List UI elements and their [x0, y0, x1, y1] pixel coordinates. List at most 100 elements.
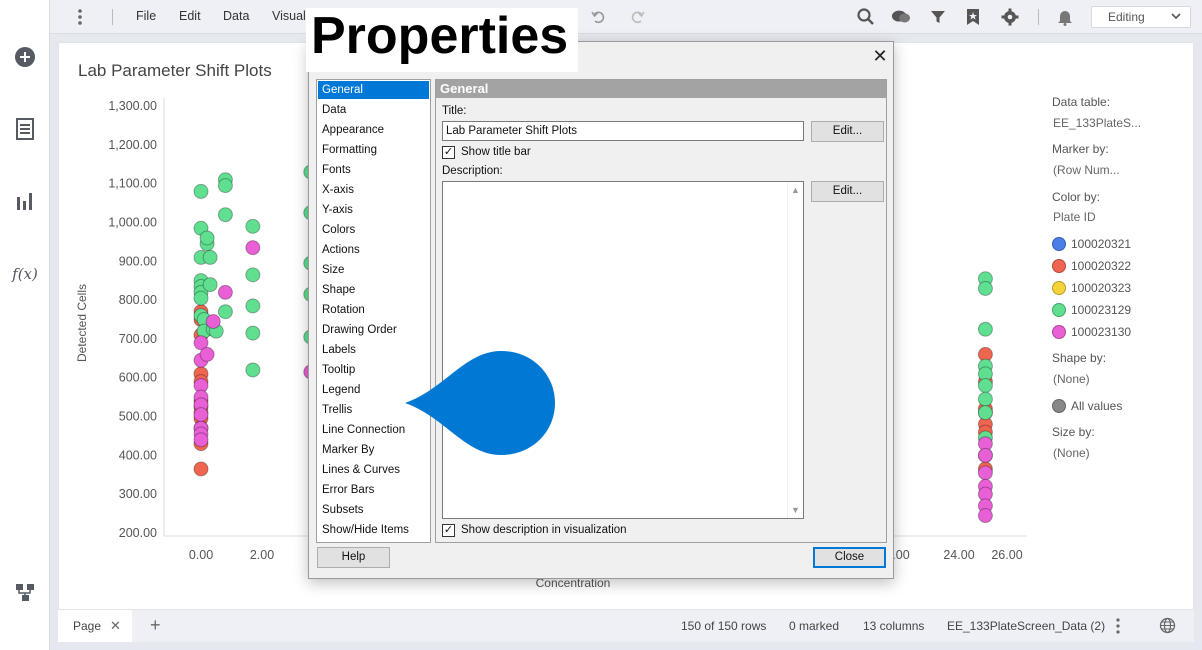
- data-point[interactable]: [245, 298, 261, 314]
- data-point[interactable]: [977, 405, 993, 421]
- legend-marker-by-value[interactable]: (Row Num...: [1053, 163, 1120, 177]
- legend-color-by-value[interactable]: Plate ID: [1053, 210, 1096, 224]
- legend-shape-by-value[interactable]: (None): [1053, 372, 1090, 386]
- hierarchy-icon[interactable]: [13, 580, 37, 604]
- category-list[interactable]: General Data Appearance Formatting Fonts X-ax…: [316, 79, 431, 543]
- data-point[interactable]: [245, 362, 261, 378]
- settings-icon[interactable]: [1000, 7, 1020, 27]
- add-page-icon[interactable]: +: [150, 615, 161, 636]
- category-item[interactable]: X-axis: [318, 181, 429, 199]
- comments-icon[interactable]: [891, 7, 911, 27]
- category-item[interactable]: Actions: [318, 241, 429, 259]
- data-point[interactable]: [193, 407, 209, 423]
- category-item[interactable]: Error Bars: [318, 481, 429, 499]
- help-button[interactable]: Help: [317, 547, 390, 568]
- category-item[interactable]: Colors: [318, 221, 429, 239]
- data-list-icon[interactable]: [13, 117, 37, 141]
- redo-icon[interactable]: [628, 7, 648, 27]
- legend-item[interactable]: 100023129: [1052, 303, 1131, 317]
- menu-data[interactable]: Data: [223, 9, 249, 23]
- description-scrollbar[interactable]: ▲ ▼: [787, 182, 803, 518]
- data-point[interactable]: [193, 290, 209, 306]
- category-item[interactable]: Subsets: [318, 501, 429, 519]
- bookmark-icon[interactable]: [963, 7, 983, 27]
- show-description-checkbox[interactable]: ✓: [442, 524, 455, 537]
- category-item[interactable]: Size: [318, 261, 429, 279]
- more-vertical-icon[interactable]: [1116, 618, 1120, 637]
- y-tick-label: 800.00: [119, 293, 157, 307]
- category-item[interactable]: Y-axis: [318, 201, 429, 219]
- mode-select[interactable]: Editing: [1091, 6, 1191, 28]
- title-input[interactable]: Lab Parameter Shift Plots: [442, 121, 804, 141]
- scroll-down-icon[interactable]: ▼: [791, 505, 800, 515]
- data-point[interactable]: [199, 346, 215, 362]
- data-point[interactable]: [977, 447, 993, 463]
- legend-item[interactable]: 100023130: [1052, 325, 1131, 339]
- data-point[interactable]: [202, 277, 218, 293]
- add-icon[interactable]: [13, 45, 37, 69]
- undo-icon[interactable]: [588, 7, 608, 27]
- search-icon[interactable]: [856, 7, 876, 27]
- category-item[interactable]: Rotation: [318, 301, 429, 319]
- menu-file[interactable]: File: [136, 9, 156, 23]
- close-icon[interactable]: ✕: [872, 47, 888, 65]
- bar-chart-icon[interactable]: [13, 189, 37, 213]
- data-point[interactable]: [202, 249, 218, 265]
- legend-item[interactable]: 100020322: [1052, 259, 1131, 273]
- data-point[interactable]: [193, 183, 209, 199]
- data-point[interactable]: [977, 465, 993, 481]
- data-point[interactable]: [245, 325, 261, 341]
- legend-item[interactable]: 100020323: [1052, 281, 1131, 295]
- data-point[interactable]: [977, 321, 993, 337]
- legend-size-by-value[interactable]: (None): [1053, 446, 1090, 460]
- data-point[interactable]: [245, 240, 261, 256]
- close-button[interactable]: Close: [813, 547, 886, 568]
- data-point[interactable]: [217, 284, 233, 300]
- category-item[interactable]: Lines & Curves: [318, 461, 429, 479]
- data-point[interactable]: [977, 377, 993, 393]
- legend-item-all-values[interactable]: All values: [1052, 399, 1122, 413]
- title-label: Title:: [442, 105, 467, 117]
- filter-icon[interactable]: [928, 7, 948, 27]
- description-edit-button[interactable]: Edit...: [811, 181, 884, 202]
- data-point[interactable]: [193, 461, 209, 477]
- legend-item[interactable]: 100020321: [1052, 237, 1131, 251]
- category-item[interactable]: Fonts: [318, 161, 429, 179]
- globe-icon[interactable]: [1159, 617, 1176, 637]
- function-icon[interactable]: f(x): [12, 262, 38, 286]
- category-item[interactable]: General: [318, 81, 429, 99]
- legend-color-by-label: Color by:: [1052, 190, 1101, 204]
- data-point[interactable]: [977, 508, 993, 524]
- data-point[interactable]: [205, 313, 221, 329]
- category-item[interactable]: Data: [318, 101, 429, 119]
- page-tab[interactable]: Page ✕: [58, 610, 132, 642]
- data-point[interactable]: [193, 432, 209, 448]
- data-table-name[interactable]: EE_133PlateScreen_Data (2): [947, 619, 1105, 633]
- category-item[interactable]: Formatting: [318, 141, 429, 159]
- data-point[interactable]: [199, 230, 215, 246]
- category-item[interactable]: Appearance: [318, 121, 429, 139]
- legend-data-table-value[interactable]: EE_133PlateS...: [1053, 116, 1141, 130]
- menu-edit[interactable]: Edit: [179, 9, 201, 23]
- data-point[interactable]: [217, 304, 233, 320]
- category-item[interactable]: Shape: [318, 281, 429, 299]
- title-edit-button[interactable]: Edit...: [811, 121, 884, 142]
- data-point[interactable]: [977, 391, 993, 407]
- close-icon[interactable]: ✕: [110, 618, 121, 634]
- notifications-bell-icon[interactable]: [1055, 7, 1075, 27]
- more-vertical-icon[interactable]: [70, 7, 90, 27]
- data-point[interactable]: [245, 267, 261, 283]
- category-item[interactable]: Drawing Order: [318, 321, 429, 339]
- data-point[interactable]: [217, 178, 233, 194]
- show-title-bar-checkbox[interactable]: ✓: [442, 146, 455, 159]
- legend-swatch: [1052, 237, 1066, 251]
- menu-visualizations[interactable]: Visuali: [272, 9, 309, 23]
- legend-item-label: 100020323: [1071, 281, 1132, 295]
- data-point[interactable]: [245, 218, 261, 234]
- scroll-up-icon[interactable]: ▲: [791, 185, 800, 195]
- category-item[interactable]: Show/Hide Items: [318, 521, 429, 539]
- row-count: 150 of 150 rows: [681, 619, 767, 633]
- y-tick-label: 700.00: [119, 332, 157, 346]
- data-point[interactable]: [977, 280, 993, 296]
- data-point[interactable]: [217, 207, 233, 223]
